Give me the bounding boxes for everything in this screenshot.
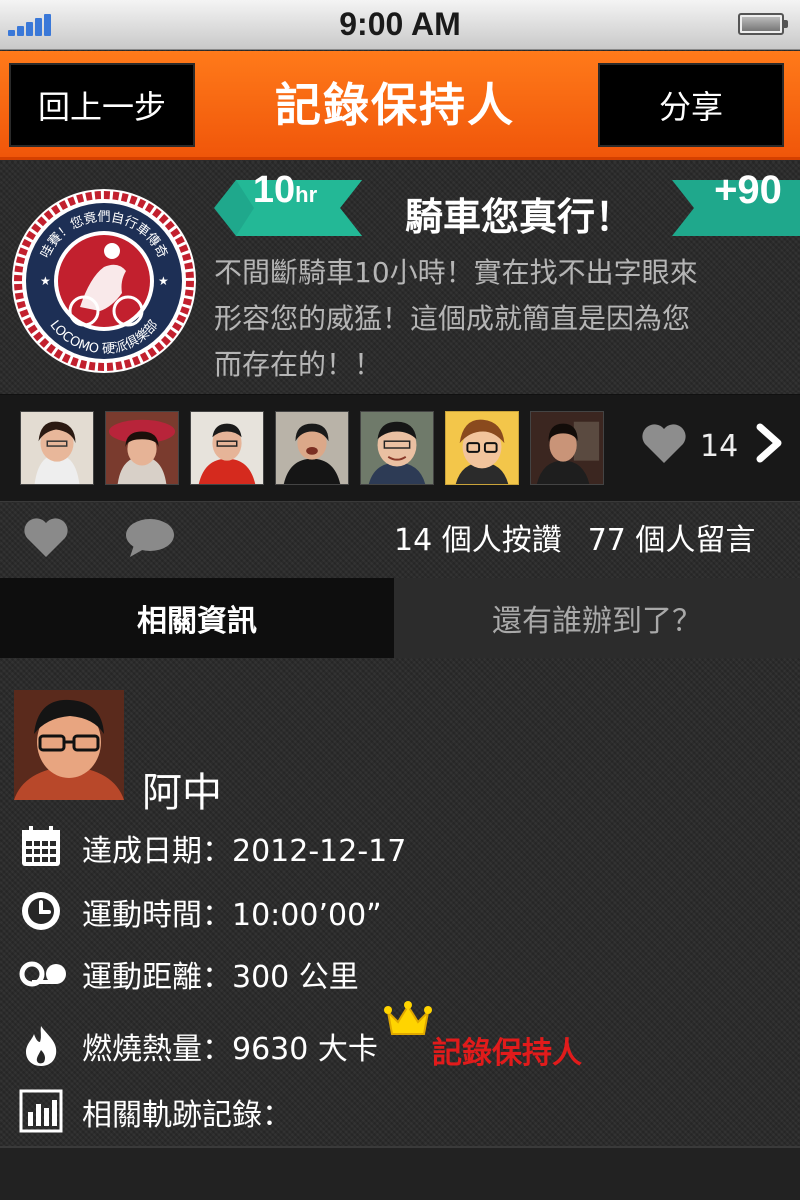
date-row: 達成日期：2012-12-17 bbox=[0, 822, 800, 872]
crown-icon bbox=[384, 1001, 432, 1035]
like-count: 14 bbox=[700, 429, 739, 464]
liker-avatar[interactable] bbox=[530, 411, 604, 485]
time-row: 運動時間：10:00’00” bbox=[0, 886, 800, 936]
page-title: 記錄保持人 bbox=[275, 78, 515, 132]
tracks-row[interactable]: 相關軌跡記錄： bbox=[0, 1086, 800, 1136]
battery-icon bbox=[738, 13, 788, 35]
related-tracks-label: 相關軌跡記錄： bbox=[82, 1098, 292, 1133]
exercise-distance: 運動距離：300 公里 bbox=[82, 960, 359, 995]
user-avatar[interactable] bbox=[14, 690, 124, 800]
tab-who-else[interactable]: 還有誰辦到了？ bbox=[394, 578, 800, 658]
chevron-right-icon[interactable] bbox=[754, 423, 784, 463]
liker-avatar[interactable] bbox=[105, 411, 179, 485]
action-row: 14 個人按讚 77 個人留言 bbox=[0, 503, 800, 577]
status-time: 9:00 AM bbox=[339, 6, 461, 42]
share-button[interactable]: 分享 bbox=[598, 63, 784, 147]
liker-avatar[interactable] bbox=[445, 411, 519, 485]
back-button[interactable]: 回上一步 bbox=[9, 63, 195, 147]
header-bar: 回上一步 記錄保持人 分享 bbox=[0, 51, 800, 160]
likers-row: 14 bbox=[0, 394, 800, 502]
tab-related-info[interactable]: 相關資訊 bbox=[0, 578, 394, 658]
svg-text:★: ★ bbox=[158, 274, 169, 288]
liker-avatar[interactable] bbox=[275, 411, 349, 485]
liker-avatar[interactable] bbox=[360, 411, 434, 485]
distance-row: 運動距離：300 公里 bbox=[0, 948, 800, 998]
achievement-title: 騎車您真行！ bbox=[404, 195, 633, 239]
hours-value: 10 hr bbox=[252, 168, 318, 211]
bar-chart-icon bbox=[19, 1089, 63, 1133]
liker-avatar[interactable] bbox=[190, 411, 264, 485]
comments-count-text[interactable]: 77 個人留言 bbox=[588, 523, 756, 558]
svg-text:★: ★ bbox=[40, 274, 51, 288]
calories-burned: 燃燒熱量：9630 大卡 bbox=[82, 1032, 378, 1067]
calendar-icon bbox=[22, 826, 60, 866]
record-holder-label: 記錄保持人 bbox=[432, 1036, 582, 1071]
likes-count-text[interactable]: 14 個人按讚 bbox=[394, 523, 562, 558]
exercise-time: 運動時間：10:00’00” bbox=[82, 898, 382, 933]
engagement-counts: 14 個人按讚 77 個人留言 bbox=[394, 515, 755, 559]
status-bar: 9:00 AM bbox=[0, 0, 800, 50]
bottom-area bbox=[0, 1148, 800, 1200]
flame-icon bbox=[26, 1026, 57, 1066]
clock-icon bbox=[22, 892, 60, 930]
tab-bar: 相關資訊 還有誰辦到了？ bbox=[0, 578, 800, 658]
comment-icon[interactable] bbox=[124, 517, 176, 559]
heart-icon[interactable] bbox=[640, 421, 688, 465]
record-details: 阿中 達成日期：2012-12-17 運動時間：10:00’00” 運動距離：3… bbox=[0, 660, 800, 1146]
user-name: 阿中 bbox=[142, 770, 222, 816]
distance-icon bbox=[19, 961, 66, 987]
bonus-points: +90 bbox=[714, 167, 782, 212]
achieved-date: 達成日期：2012-12-17 bbox=[82, 834, 407, 869]
achievement-description: 不間斷騎車10小時！實在找不出字眼來 形容您的威猛！這個成就簡直是因為您 而存在… bbox=[214, 256, 698, 381]
liker-avatar[interactable] bbox=[20, 411, 94, 485]
like-heart-icon[interactable] bbox=[22, 515, 70, 559]
achievement-badge-icon: 哇賽！您竟們自行車傳奇 LOCOMO 硬派俱樂部 ★ ★ bbox=[12, 189, 196, 373]
achievement-section: 哇賽！您竟們自行車傳奇 LOCOMO 硬派俱樂部 ★ ★ 10 hr 騎車您真行！… bbox=[0, 162, 800, 392]
calories-row: 燃燒熱量：9630 大卡 記錄保持人 bbox=[0, 1001, 800, 1071]
